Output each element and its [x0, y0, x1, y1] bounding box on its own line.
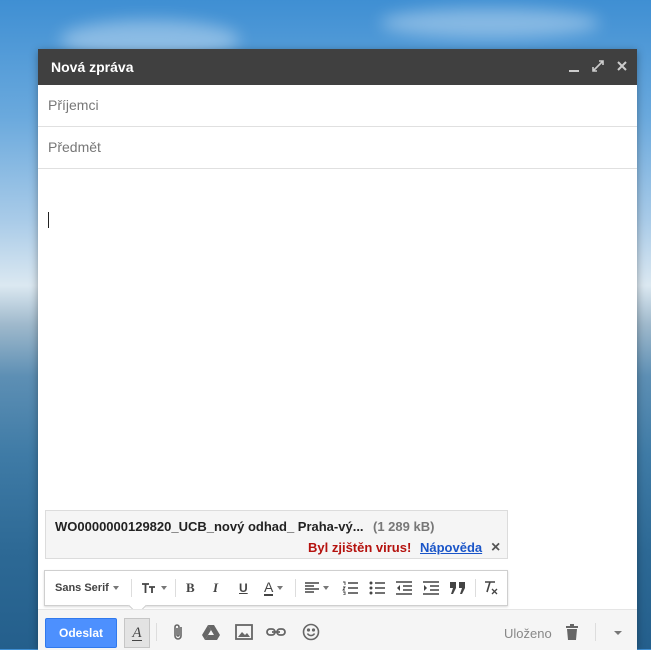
remove-attachment-icon[interactable]: ×: [491, 539, 500, 557]
expand-icon[interactable]: [590, 58, 606, 74]
emoji-icon[interactable]: [301, 622, 321, 642]
compose-bottom-bar: Odeslat A Uloženo: [38, 609, 637, 650]
separator: [475, 579, 476, 597]
remove-formatting-button[interactable]: [483, 571, 499, 605]
text-color-icon: A: [264, 578, 274, 596]
chevron-down-icon: [112, 586, 119, 590]
numbered-list-button[interactable]: [342, 571, 358, 605]
bold-button[interactable]: B: [186, 571, 195, 605]
font-select-label: Sans Serif: [55, 582, 109, 594]
paperclip-icon[interactable]: [169, 622, 189, 642]
chevron-down-icon: [323, 586, 329, 590]
insert-photo-icon[interactable]: [234, 622, 254, 642]
align-button[interactable]: [305, 571, 329, 605]
indent-less-icon: [396, 581, 412, 595]
insert-link-icon[interactable]: [266, 622, 286, 642]
attachment-chip[interactable]: WO0000000129820_UCB_nový odhad_ Praha-vý…: [45, 510, 508, 559]
numbered-list-icon: [342, 581, 358, 595]
italic-icon: I: [213, 580, 219, 595]
font-size-icon: [142, 583, 155, 593]
formatting-toggle-button[interactable]: A: [124, 618, 150, 648]
close-icon[interactable]: [614, 58, 630, 74]
separator: [595, 623, 596, 641]
virus-warning: Byl zjištěn virus!: [308, 540, 412, 555]
indent-less-button[interactable]: [396, 571, 412, 605]
underline-icon: U: [239, 581, 248, 595]
font-size-button[interactable]: [141, 571, 167, 605]
remove-formatting-icon: [485, 581, 498, 595]
chevron-down-icon: [277, 586, 284, 590]
indent-more-icon: [423, 581, 439, 595]
saved-status: Uloženo: [504, 626, 552, 641]
trash-icon[interactable]: [562, 622, 582, 642]
help-link[interactable]: Nápověda: [420, 540, 482, 555]
text-color-button[interactable]: A: [264, 571, 284, 605]
quote-button[interactable]: [450, 571, 466, 605]
message-body[interactable]: [38, 171, 637, 503]
recipients-input[interactable]: [48, 85, 608, 125]
send-button[interactable]: Odeslat: [45, 618, 117, 648]
attachment-size: (1 289 kB): [373, 519, 435, 534]
drive-icon[interactable]: [201, 622, 221, 642]
minimize-icon[interactable]: [566, 58, 582, 74]
bulleted-list-icon: [369, 581, 385, 595]
recipients-row: [38, 85, 637, 127]
font-select[interactable]: Sans Serif: [55, 571, 119, 605]
italic-button[interactable]: I: [213, 571, 218, 605]
title-bar[interactable]: Nová zpráva: [38, 49, 637, 85]
separator: [131, 579, 132, 597]
bold-icon: B: [186, 580, 195, 595]
subject-row: [38, 127, 637, 169]
indent-more-button[interactable]: [423, 571, 439, 605]
more-options-icon[interactable]: [608, 622, 628, 642]
attachment-name[interactable]: WO0000000129820_UCB_nový odhad_ Praha-vý…: [55, 519, 364, 534]
formatting-toolbar: Sans Serif B I U A: [44, 570, 508, 606]
background-cloud: [380, 8, 600, 38]
underline-button[interactable]: U: [239, 571, 248, 605]
text-caret: [48, 212, 49, 228]
text-format-icon: A: [132, 624, 142, 641]
bulleted-list-button[interactable]: [369, 571, 385, 605]
window-title: Nová zpráva: [51, 59, 134, 75]
subject-input[interactable]: [48, 127, 608, 167]
align-icon: [305, 582, 319, 593]
chevron-down-icon: [161, 586, 167, 590]
separator: [295, 579, 296, 597]
compose-window: Nová zpráva WO0000000129820_UCB_nový odh…: [38, 49, 637, 650]
separator: [175, 579, 176, 597]
separator: [156, 623, 157, 641]
quote-icon: [450, 582, 465, 594]
